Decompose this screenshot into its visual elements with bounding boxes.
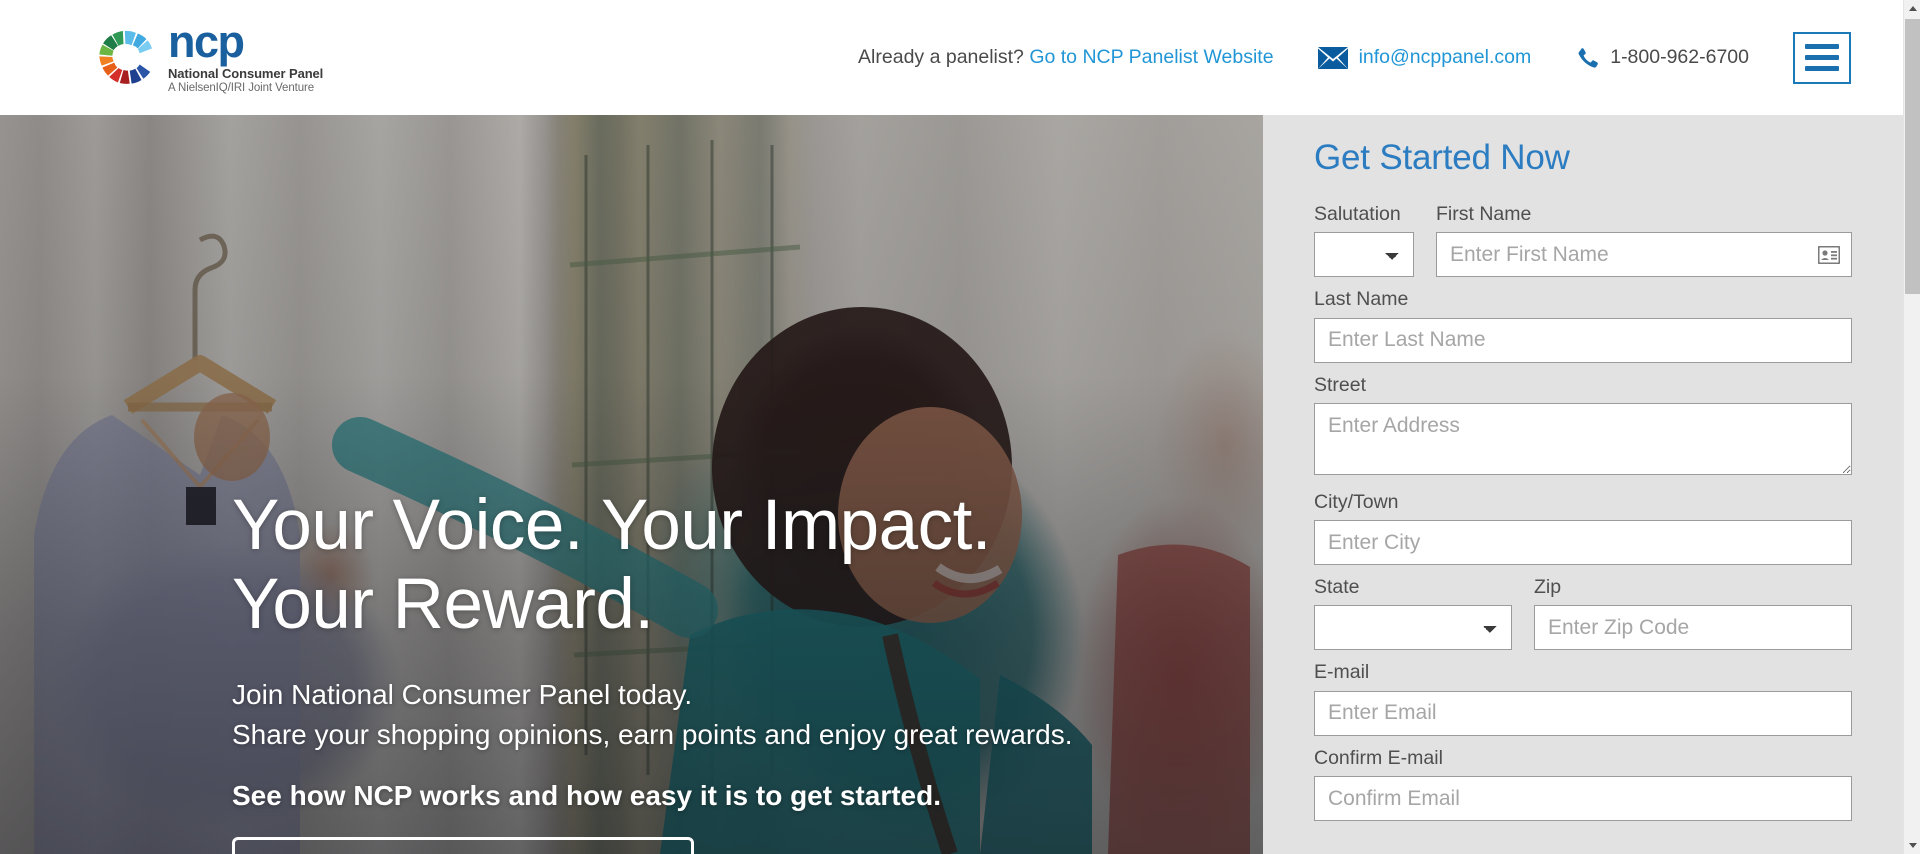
salutation-input-wrap: Mr.Mrs.Ms.Dr. [1314, 232, 1414, 278]
scrollbar-down-button[interactable] [1904, 837, 1920, 854]
last-name-label: Last Name [1314, 288, 1409, 311]
page-scrollbar[interactable] [1903, 0, 1920, 854]
state-field-group: State ALAKAZAR CACOCTDE FLGA [1314, 574, 1512, 651]
salutation-field-group: Salutation Mr.Mrs.Ms.Dr. [1314, 201, 1414, 278]
phone-number-text: 1-800-962-6700 [1610, 46, 1749, 68]
zip-input-wrap [1534, 605, 1852, 651]
state-select[interactable]: ALAKAZAR CACOCTDE FLGA [1314, 605, 1512, 651]
city-label: City/Town [1314, 490, 1399, 513]
browser-viewport: ncp National Consumer Panel A NielsenIQ/… [0, 0, 1920, 854]
phone-icon [1575, 46, 1599, 70]
site-header: ncp National Consumer Panel A NielsenIQ/… [0, 0, 1903, 115]
first-name-label: First Name [1436, 203, 1532, 225]
first-name-field-group: First Name [1436, 201, 1852, 278]
envelope-icon [1317, 46, 1348, 69]
logo-text-block: ncp National Consumer Panel A NielsenIQ/… [168, 15, 324, 95]
first-name-input-wrap [1436, 232, 1852, 278]
confirm-email-field-group: Confirm E-mail [1314, 745, 1852, 822]
hamburger-bar-bottom [1805, 66, 1839, 71]
logo-wordmark: ncp [168, 15, 245, 67]
panelist-website-link[interactable]: Go to NCP Panelist Website [1029, 46, 1273, 68]
city-input-wrap [1314, 520, 1852, 566]
last-name-input[interactable] [1314, 317, 1852, 363]
last-name-input-wrap [1314, 317, 1852, 363]
hamburger-bar-top [1805, 44, 1839, 49]
header-navigation: Already a panelist? Go to NCP Panelist W… [323, 31, 1881, 84]
chevron-up-icon [1908, 6, 1917, 11]
hero-subheadline: Join National Consumer Panel today. Shar… [232, 675, 1242, 756]
panelist-prompt-group: Already a panelist? Go to NCP Panelist W… [858, 46, 1274, 69]
city-field-group: City/Town [1314, 489, 1852, 566]
salutation-label: Salutation [1314, 203, 1401, 225]
city-input[interactable] [1314, 520, 1852, 566]
hero-emphasis-text: See how NCP works and how easy it is to … [232, 779, 941, 811]
hero-copy-block: Your Voice. Your Impact. Your Reward. Jo… [232, 486, 1242, 854]
state-input-wrap: ALAKAZAR CACOCTDE FLGA [1314, 605, 1512, 651]
state-zip-row: State ALAKAZAR CACOCTDE FLGA [1314, 574, 1852, 659]
hero-headline-line-2: Your Reward. [232, 564, 654, 644]
logo-tagline-secondary: A NielsenIQ/IRI Joint Venture [168, 82, 315, 95]
state-label: State [1314, 576, 1360, 599]
hero-headline-line-1: Your Voice. Your Impact. [232, 486, 992, 565]
page-content: ncp National Consumer Panel A NielsenIQ/… [0, 0, 1903, 854]
confirm-email-input[interactable] [1314, 776, 1852, 822]
form-title: Get Started Now [1314, 138, 1570, 177]
zip-input[interactable] [1534, 605, 1852, 651]
salutation-select[interactable]: Mr.Mrs.Ms.Dr. [1314, 232, 1414, 278]
hero-subheadline-line-1: Join National Consumer Panel today. [232, 678, 693, 710]
confirm-email-label: Confirm E-mail [1314, 746, 1443, 769]
street-field-group: Street [1314, 372, 1852, 480]
main-content: Your Voice. Your Impact. Your Reward. Jo… [0, 115, 1903, 854]
hero-cta-button[interactable] [232, 836, 694, 854]
panelist-prompt-text: Already a panelist? [858, 46, 1024, 68]
hamburger-bar-middle [1805, 55, 1839, 60]
signup-form: Salutation Mr.Mrs.Ms.Dr. First Name [1314, 201, 1852, 822]
confirm-email-input-wrap [1314, 776, 1852, 822]
hero-subheadline-line-2: Share your shopping opinions, earn point… [232, 719, 1073, 751]
email-contact-link[interactable]: info@ncppanel.com [1317, 46, 1532, 69]
first-name-input[interactable] [1436, 232, 1852, 278]
site-logo[interactable]: ncp National Consumer Panel A NielsenIQ/… [95, 15, 324, 95]
phone-contact-link[interactable]: 1-800-962-6700 [1575, 46, 1749, 70]
logo-tagline-primary: National Consumer Panel [168, 66, 324, 82]
ncp-pinwheel-logo-icon [95, 26, 157, 88]
chevron-down-icon [1908, 843, 1917, 848]
name-row: Salutation Mr.Mrs.Ms.Dr. First Name [1314, 201, 1852, 286]
email-label: E-mail [1314, 661, 1370, 684]
hamburger-menu-button[interactable] [1793, 31, 1851, 84]
email-input[interactable] [1314, 690, 1852, 736]
last-name-field-group: Last Name [1314, 286, 1852, 363]
scrollbar-thumb[interactable] [1905, 19, 1920, 294]
street-label: Street [1314, 373, 1367, 396]
street-input-wrap [1314, 402, 1852, 480]
hero-section: Your Voice. Your Impact. Your Reward. Jo… [0, 115, 1263, 854]
signup-form-panel: Get Started Now Salutation Mr.Mrs.Ms.Dr. [1263, 115, 1903, 854]
email-address-text: info@ncppanel.com [1358, 46, 1532, 68]
scrollbar-up-button[interactable] [1904, 0, 1920, 17]
email-field-group: E-mail [1314, 659, 1852, 736]
zip-field-group: Zip [1534, 574, 1852, 651]
hero-headline: Your Voice. Your Impact. Your Reward. [232, 486, 1242, 645]
street-textarea[interactable] [1314, 402, 1852, 475]
email-input-wrap [1314, 690, 1852, 736]
zip-label: Zip [1534, 576, 1562, 599]
